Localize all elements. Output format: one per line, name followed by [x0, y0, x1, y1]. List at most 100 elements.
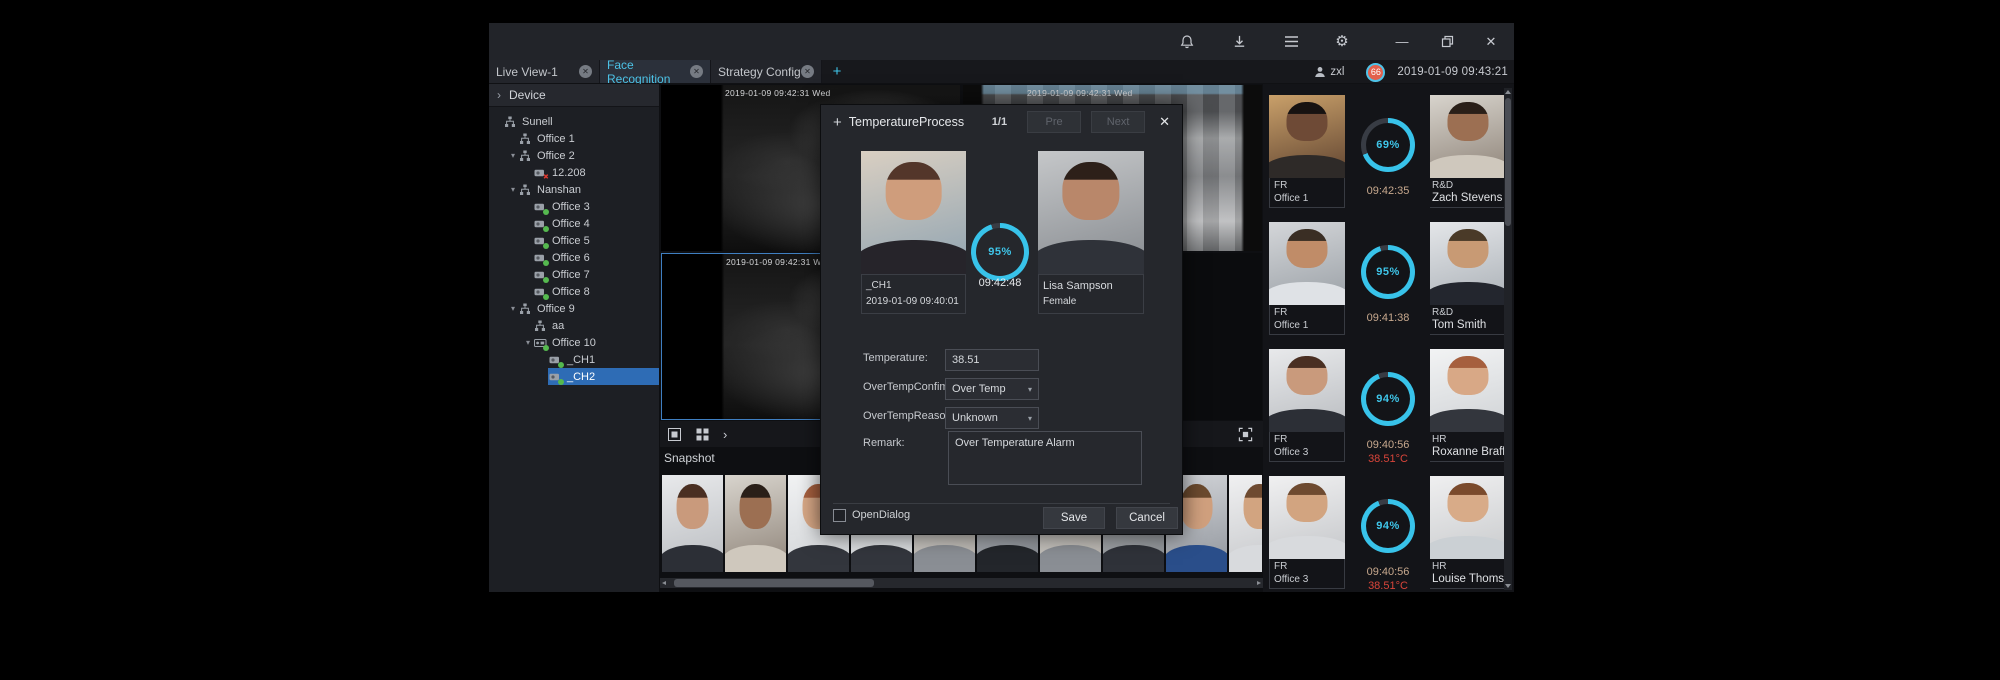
snapshot-thumbnail[interactable] — [725, 475, 786, 572]
tree-item-label: Office 6 — [552, 252, 590, 264]
tree-item[interactable]: ▾ — [489, 249, 659, 266]
scroll-down-icon[interactable] — [1504, 582, 1512, 590]
expand-arrow-icon[interactable]: ▾ — [508, 151, 518, 160]
download-icon[interactable] — [1230, 33, 1248, 51]
overtemp-confirm-label: OverTempConfim: — [863, 381, 945, 393]
similarity-percent: 95% — [1361, 245, 1415, 299]
device-type-icon — [519, 303, 533, 315]
device-type-icon — [519, 133, 533, 145]
layout-more-icon[interactable]: › — [723, 427, 727, 442]
bell-icon[interactable] — [1178, 33, 1196, 51]
similarity-ring: 95% — [1361, 245, 1415, 299]
captured-face-photo — [861, 151, 966, 274]
tree-item[interactable]: ▾ — [489, 351, 659, 368]
tab[interactable]: Face Recognition ✕ — [600, 60, 711, 83]
layout-single-icon[interactable] — [667, 427, 682, 442]
tab[interactable]: Live View-1 ✕ — [489, 60, 600, 83]
close-tab-icon[interactable]: ✕ — [801, 65, 814, 78]
recognition-entry[interactable]: FR Office 1 95% 09:41:38 — [1269, 216, 1514, 343]
close-tab-icon[interactable]: ✕ — [579, 65, 592, 78]
alarm-count-badge[interactable]: 66 — [1366, 63, 1385, 82]
location-label: Office 1 — [1274, 319, 1340, 332]
snapshot-scrollbar[interactable] — [660, 578, 1263, 588]
captured-face-photo — [1269, 349, 1345, 432]
layout-grid-icon[interactable] — [695, 427, 710, 442]
remark-textarea[interactable]: Over Temperature Alarm — [948, 431, 1142, 485]
next-button[interactable]: Next — [1091, 111, 1145, 133]
expand-arrow-icon[interactable]: ▾ — [523, 338, 533, 347]
tree-item[interactable]: ▾ — [489, 164, 659, 181]
tree-item[interactable]: ▾ — [489, 215, 659, 232]
user-name[interactable]: zxl — [1330, 66, 1344, 78]
status-dot — [543, 226, 549, 232]
restore-icon[interactable] — [1438, 33, 1456, 51]
scrollbar-track[interactable] — [670, 578, 1253, 588]
overtemp-reason-select[interactable]: Unknown ▾ — [945, 407, 1039, 429]
capture-time: 09:40:56 — [1367, 439, 1410, 451]
tree-item[interactable]: ▾ — [489, 300, 659, 317]
open-dialog-checkbox[interactable] — [833, 509, 846, 522]
scroll-left-icon[interactable] — [660, 578, 670, 588]
scrollbar-thumb[interactable] — [674, 579, 874, 587]
similarity-ring: 69% — [1361, 118, 1415, 172]
close-dialog-icon[interactable]: ✕ — [1159, 114, 1170, 130]
expand-arrow-icon[interactable]: ▾ — [508, 304, 518, 313]
similarity-percent: 94% — [1361, 372, 1415, 426]
recognition-entry[interactable]: FR Office 3 94% 09:40:56 38.51°C — [1269, 470, 1514, 592]
collapse-panel-icon[interactable]: › — [497, 88, 501, 102]
device-type-icon — [504, 116, 518, 128]
video-osd: 2019-01-09 09:42:31 Wed — [726, 257, 832, 267]
close-window-icon[interactable]: ✕ — [1482, 33, 1500, 51]
department-label: FR — [1274, 306, 1340, 319]
prev-button[interactable]: Pre — [1027, 111, 1081, 133]
dialog-header[interactable]: + TemperatureProcess 1/1 Pre Next ✕ — [821, 105, 1182, 139]
gear-icon[interactable]: ⚙ — [1333, 33, 1351, 51]
expand-arrow-icon[interactable]: ▾ — [508, 185, 518, 194]
matched-face-photo — [1430, 476, 1506, 559]
tree-item[interactable]: ▾ — [489, 147, 659, 164]
save-button[interactable]: Save — [1043, 507, 1105, 529]
tree-item[interactable]: ▾ — [489, 130, 659, 147]
recognition-entry[interactable]: FR Office 1 69% 09:42:35 — [1269, 89, 1514, 216]
department-label: FR — [1274, 179, 1340, 192]
match-gender: Female — [1043, 294, 1139, 310]
tree-item[interactable]: ▾ — [489, 283, 659, 300]
cancel-button[interactable]: Cancel — [1116, 507, 1178, 529]
scroll-right-icon[interactable] — [1253, 578, 1263, 588]
device-type-icon — [549, 354, 563, 366]
recognition-scrollbar[interactable] — [1504, 88, 1512, 590]
tree-item-label: Office 1 — [537, 133, 575, 145]
device-tree: ▾ — [489, 113, 659, 385]
add-tab-button[interactable]: + — [822, 60, 852, 83]
tree-item[interactable]: ▾ — [489, 266, 659, 283]
scroll-up-icon[interactable] — [1504, 88, 1512, 96]
page-indicator: 1/1 — [992, 116, 1007, 128]
tree-item-label: _CH1 — [567, 354, 595, 366]
tab[interactable]: Strategy Config ✕ — [711, 60, 822, 83]
scrollbar-thumb[interactable] — [1505, 98, 1511, 226]
system-datetime: 2019-01-09 09:43:21 — [1397, 66, 1508, 78]
tree-item[interactable]: ▾ — [489, 317, 659, 334]
tree-item[interactable]: ▾ — [489, 113, 659, 130]
tree-item[interactable]: ▾ — [489, 181, 659, 198]
match-name: Louise Thoms — [1432, 573, 1502, 586]
snapshot-thumbnail[interactable] — [1229, 475, 1262, 572]
tree-item[interactable]: ▾ — [489, 232, 659, 249]
temperature-input[interactable] — [945, 349, 1039, 371]
tree-item-label: Office 9 — [537, 303, 575, 315]
menu-icon[interactable] — [1282, 33, 1300, 51]
recognition-entry[interactable]: FR Office 3 94% 09:40:56 38.51°C — [1269, 343, 1514, 470]
match-department-label: HR — [1432, 560, 1502, 573]
fullscreen-icon[interactable] — [1238, 427, 1253, 442]
match-department-label: R&D — [1432, 306, 1502, 319]
snapshot-thumbnail[interactable] — [662, 475, 723, 572]
tree-item[interactable]: ▾ — [489, 198, 659, 215]
tree-item[interactable]: ▾ — [489, 334, 659, 351]
overtemp-confirm-select[interactable]: Over Temp ▾ — [945, 378, 1039, 400]
close-tab-icon[interactable]: ✕ — [690, 65, 703, 78]
tree-item[interactable]: ▾ — [489, 368, 659, 385]
match-name: Zach Stevens — [1432, 192, 1502, 205]
tab-label: Face Recognition — [607, 58, 690, 86]
minimize-icon[interactable]: — — [1393, 33, 1411, 51]
device-panel-header[interactable]: › Device — [489, 84, 659, 107]
